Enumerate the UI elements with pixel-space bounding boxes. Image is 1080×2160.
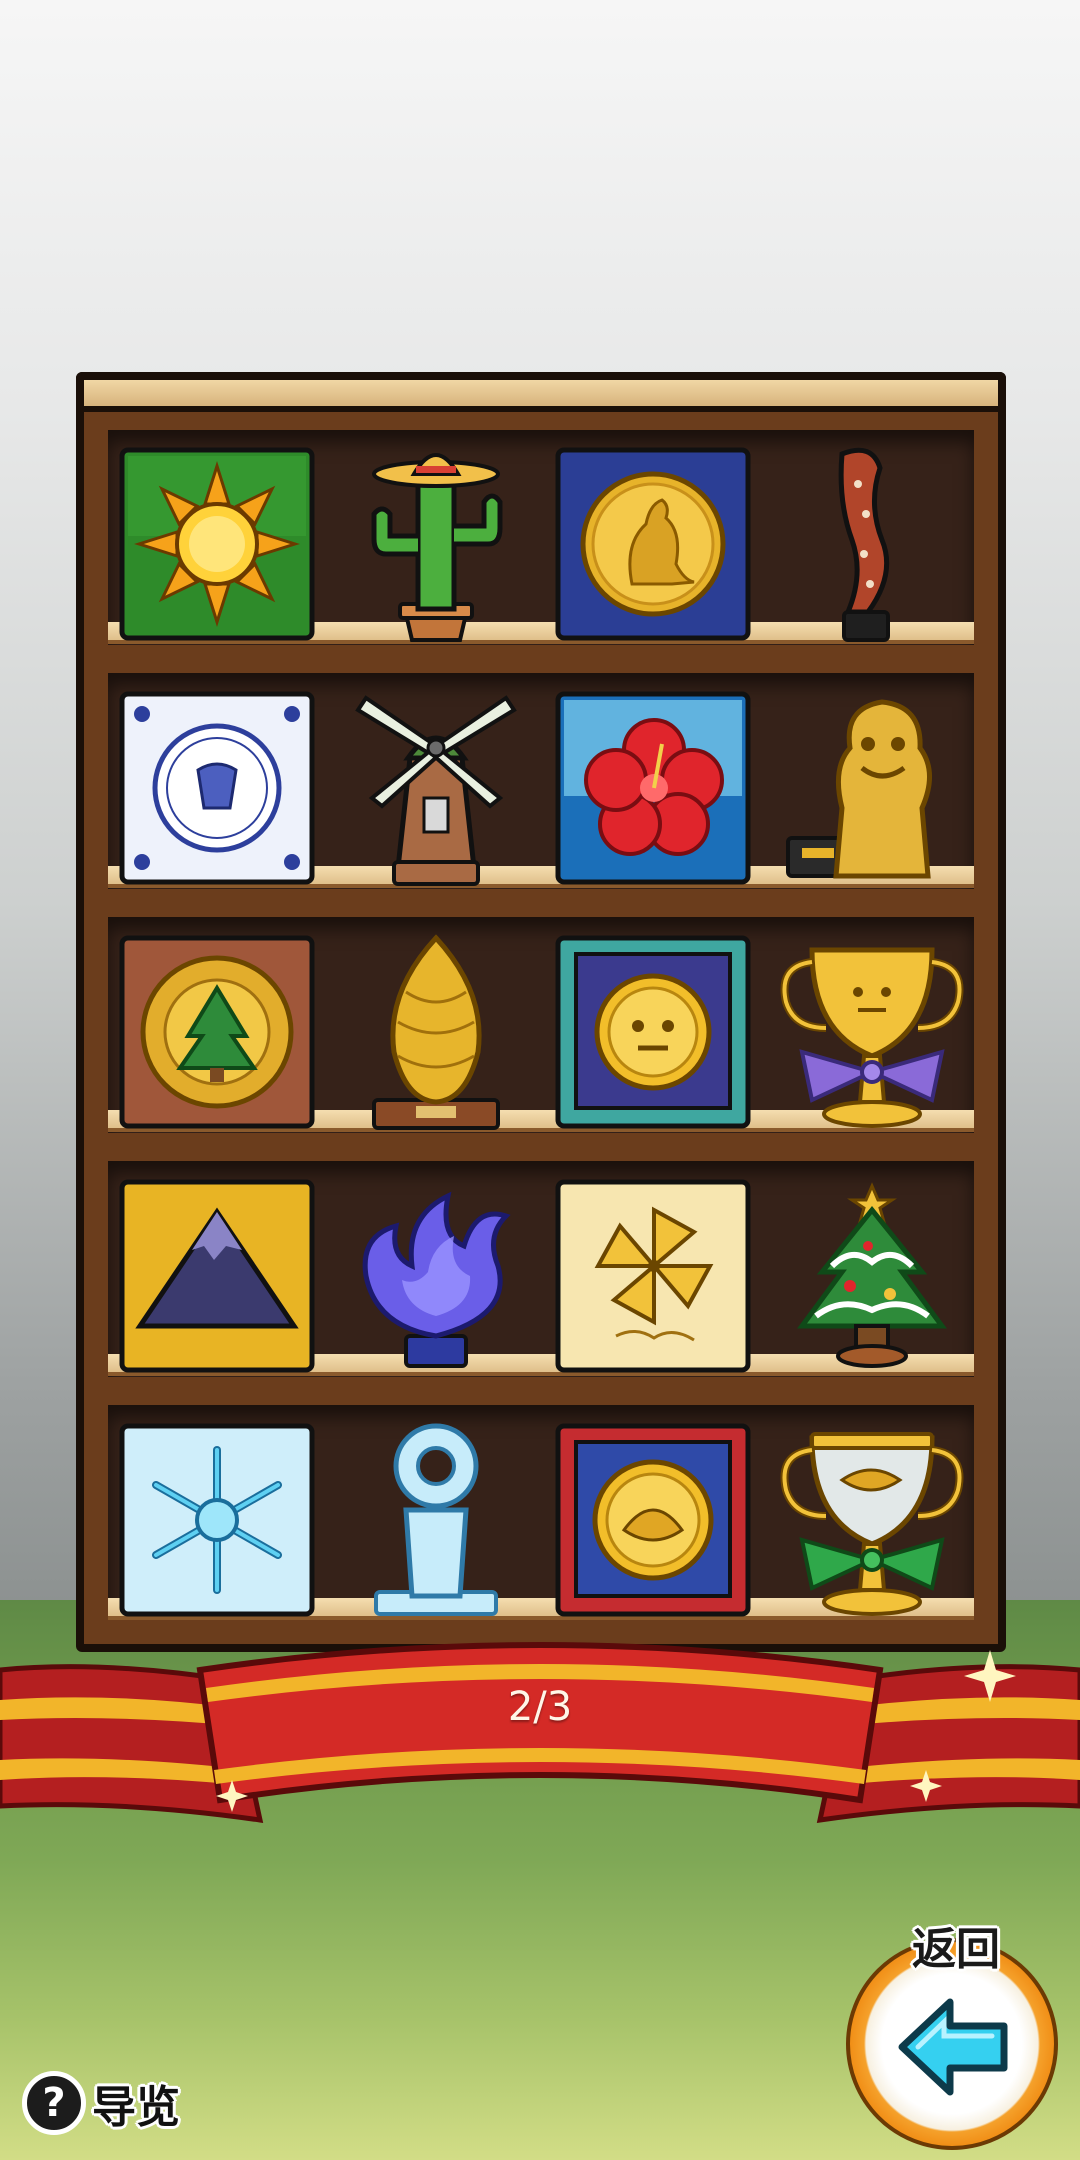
trophy-boomerang[interactable] xyxy=(772,444,972,644)
page-ribbon-banner xyxy=(0,1630,1080,1850)
trophy-glass-ring[interactable] xyxy=(336,1420,536,1620)
trophy-kangaroo-medal-plaque[interactable] xyxy=(554,444,754,644)
christmas-tree-icon xyxy=(797,1182,947,1368)
trophy-delft-tile-plaque[interactable] xyxy=(118,688,318,888)
trophy-shisa-lion[interactable] xyxy=(772,688,972,888)
boomerang-icon xyxy=(838,447,890,642)
trophy-gold-cup-blue-ribbon[interactable] xyxy=(772,932,972,1132)
trophy-sun-plaque[interactable] xyxy=(118,444,318,644)
shelf-top-board xyxy=(76,372,1006,412)
guide-button[interactable]: ? 导览 xyxy=(22,2068,212,2138)
cactus-icon xyxy=(371,453,503,642)
shisa-lion-icon xyxy=(786,699,933,879)
trophy-glass-cup-green-ribbon[interactable] xyxy=(772,1420,972,1620)
trophy-christmas-tree[interactable] xyxy=(772,1176,972,1376)
gold-cup-icon xyxy=(780,947,964,1128)
guide-button-label: 导览 xyxy=(92,2082,180,2133)
face-medal-icon xyxy=(555,1423,751,1617)
windmill-icon xyxy=(355,695,517,886)
trophy-blue-flame[interactable] xyxy=(336,1176,536,1376)
snowflake-icon xyxy=(119,1423,315,1617)
trophy-windmill[interactable] xyxy=(336,688,536,888)
help-icon: ? xyxy=(22,2071,86,2135)
pinwheel-icon xyxy=(555,1179,751,1373)
trophy-mountain-plaque[interactable] xyxy=(118,1176,318,1376)
trophy-snowflake-plaque[interactable] xyxy=(118,1420,318,1620)
ribbon-icon xyxy=(0,1642,1080,1823)
smiley-medal-icon xyxy=(555,935,751,1129)
back-button-label[interactable]: 返回 xyxy=(896,1920,1016,1980)
trophy-giant-sequoia-plaque[interactable] xyxy=(118,932,318,1132)
arrow-left-icon xyxy=(898,1998,1008,2096)
trophy-hibiscus-plaque[interactable] xyxy=(554,688,754,888)
trophy-smiley-medal-frame[interactable] xyxy=(554,932,754,1132)
trophy-face-medal-red-frame[interactable] xyxy=(554,1420,754,1620)
trophy-cactus[interactable] xyxy=(336,444,536,644)
trophy-pinecone[interactable] xyxy=(336,932,536,1132)
delft-tile-icon xyxy=(119,691,315,885)
pinecone-icon xyxy=(372,934,500,1130)
blue-flame-icon xyxy=(362,1191,511,1368)
mountain-icon xyxy=(119,1179,315,1373)
glass-ring-icon xyxy=(374,1423,498,1616)
page-indicator: 2/3 xyxy=(507,1684,573,1730)
kangaroo-medal-icon xyxy=(555,447,751,641)
sequoia-medal-icon xyxy=(119,935,315,1129)
trophy-pinwheel-christmas-plaque[interactable] xyxy=(554,1176,754,1376)
hibiscus-icon xyxy=(555,691,751,885)
glass-cup-icon xyxy=(780,1432,964,1616)
sun-plaque-icon xyxy=(119,447,315,641)
